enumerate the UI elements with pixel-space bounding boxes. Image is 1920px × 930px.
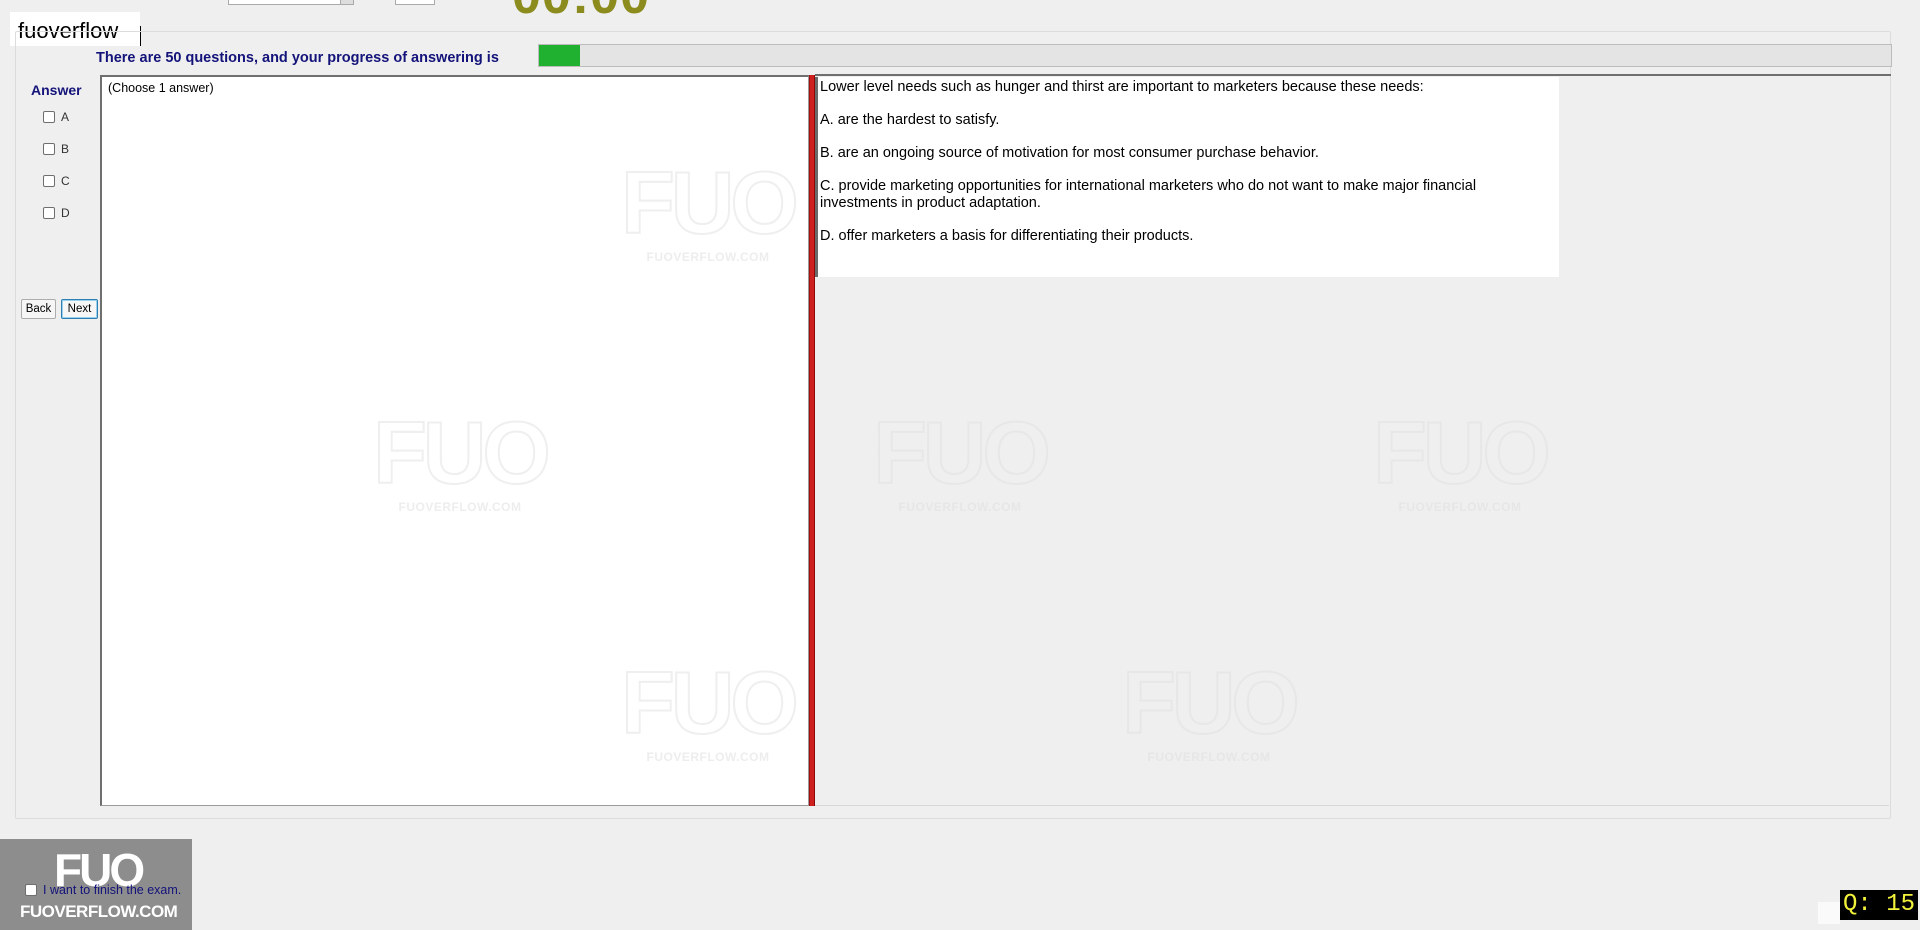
checkbox[interactable] <box>43 175 55 187</box>
watermark-logo: FUO <box>620 653 800 752</box>
dropdown-arrow-icon[interactable] <box>340 0 353 4</box>
watermark-url: FUOVERFLOW.COM <box>1147 750 1271 764</box>
watermark-logo: FUO <box>372 403 552 502</box>
question-counter: Q: 15 <box>1840 890 1919 920</box>
watermark: FUOFUOVERFLOW.COM <box>355 403 565 515</box>
choice-a: A. are the hardest to satisfy. <box>820 112 1000 128</box>
watermark-url: FUOVERFLOW.COM <box>646 750 770 764</box>
choice-b: B. are an ongoing source of motivation f… <box>820 145 1319 161</box>
watermark: FUOFUOVERFLOW.COM <box>1104 653 1314 765</box>
choice-c: C. provide marketing opportunities for i… <box>820 178 1477 211</box>
badge-url: FUOVERFLOW.COM <box>20 902 178 921</box>
answer-option-b[interactable]: B <box>43 141 69 157</box>
answer-title: Answer <box>31 82 82 98</box>
checkbox[interactable] <box>25 884 37 896</box>
progress-fill <box>539 45 580 66</box>
right-pane-bottom-border <box>815 805 1889 806</box>
option-label: A <box>61 110 70 124</box>
top-small-field[interactable] <box>395 0 435 5</box>
watermark: FUOFUOVERFLOW.COM <box>1355 403 1565 515</box>
watermark-logo: FUO <box>872 403 1052 502</box>
progress-bar <box>538 44 1892 67</box>
watermark-url: FUOVERFLOW.COM <box>398 500 522 514</box>
checkbox[interactable] <box>43 111 55 123</box>
counter-spacer <box>1818 902 1840 924</box>
choice-d: D. offer marketers a basis for different… <box>820 228 1194 244</box>
checkbox[interactable] <box>43 207 55 219</box>
top-dropdown[interactable] <box>228 0 354 5</box>
option-label: B <box>61 142 70 156</box>
option-label: D <box>61 206 70 220</box>
checkbox[interactable] <box>43 143 55 155</box>
question-stem: Lower level needs such as hunger and thi… <box>820 79 1424 95</box>
choose-instruction: (Choose 1 answer) <box>108 81 214 95</box>
back-button[interactable]: Back <box>21 299 56 319</box>
finish-label: I want to finish the exam. <box>43 883 182 897</box>
watermark-url: FUOVERFLOW.COM <box>1398 500 1522 514</box>
next-button[interactable]: Next <box>61 299 98 319</box>
option-label: C <box>61 174 70 188</box>
watermark: FUOFUOVERFLOW.COM <box>603 653 813 765</box>
question-box <box>815 77 1559 277</box>
answer-option-a[interactable]: A <box>43 109 69 125</box>
watermark-logo: FUO <box>1372 403 1552 502</box>
watermark-logo: FUO <box>620 153 800 252</box>
watermark-url: FUOVERFLOW.COM <box>646 250 770 264</box>
watermark: FUOFUOVERFLOW.COM <box>603 153 813 265</box>
watermark: FUOFUOVERFLOW.COM <box>855 403 1065 515</box>
right-pane-top-border <box>815 74 1891 76</box>
finish-exam-option[interactable]: I want to finish the exam. <box>25 883 181 897</box>
watermark-url: FUOVERFLOW.COM <box>898 500 1022 514</box>
answer-option-c[interactable]: C <box>43 173 70 189</box>
progress-label: There are 50 questions, and your progres… <box>96 50 499 66</box>
exam-timer: 00:00 <box>512 0 650 26</box>
watermark-logo: FUO <box>1121 653 1301 752</box>
answer-option-d[interactable]: D <box>43 205 70 221</box>
